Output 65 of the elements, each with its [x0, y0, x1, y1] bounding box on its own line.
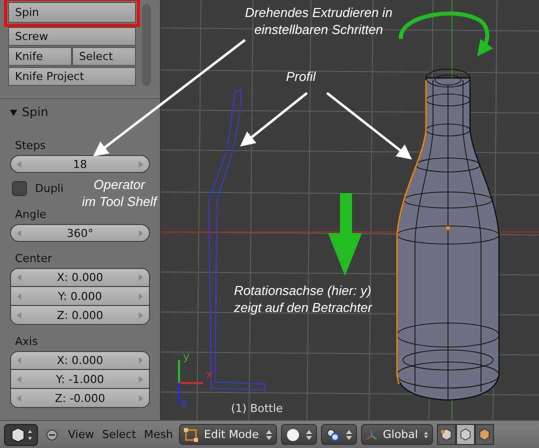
tool-button[interactable]: Knife Project	[8, 67, 136, 86]
checkbox[interactable]	[12, 181, 27, 196]
mesh-icon	[184, 428, 198, 442]
left-arrow-icon	[17, 292, 22, 300]
object-label: (1) Bottle	[231, 402, 283, 415]
panel-title: Spin	[22, 105, 48, 119]
field-label: Steps	[15, 139, 46, 152]
left-arrow-icon	[17, 312, 22, 318]
right-arrow-icon	[138, 357, 143, 364]
tool-button[interactable]: Knife	[8, 47, 72, 66]
left-arrow-icon	[17, 274, 22, 281]
annotation-text: Drehendes Extrudieren in einstellbaren Schritten	[245, 4, 392, 38]
disclosure-triangle-icon[interactable]	[9, 108, 18, 116]
field-label: Angle	[15, 208, 46, 221]
annotation-text: Operator im Tool Shelf	[82, 176, 157, 210]
number-field[interactable]: 18	[10, 155, 150, 173]
cube-icon	[9, 426, 33, 442]
number-field[interactable]: Y: -1.000	[10, 370, 150, 389]
pivot-dropdown[interactable]	[321, 424, 358, 445]
axis-label: y	[183, 350, 190, 363]
mode-dropdown[interactable]: Edit Mode	[179, 424, 278, 445]
right-arrow-icon	[138, 160, 143, 168]
left-arrow-icon	[17, 230, 22, 236]
right-arrow-icon	[138, 230, 143, 236]
editor-type-button[interactable]	[4, 424, 38, 446]
checkbox-label: Dupli	[35, 182, 64, 195]
right-arrow-icon	[138, 312, 143, 318]
menu-item[interactable]: Select	[100, 428, 138, 441]
edge-select-button[interactable]	[456, 424, 476, 445]
field-label: Axis	[15, 335, 38, 348]
number-field[interactable]: Z: 0.000	[10, 306, 150, 325]
collapse-icon[interactable]	[46, 428, 58, 440]
left-arrow-icon	[17, 357, 22, 364]
menu-item[interactable]: View	[66, 428, 96, 441]
menu-item[interactable]: Mesh	[142, 428, 176, 441]
axis-label: z	[182, 397, 188, 410]
number-field[interactable]: Y: 0.000	[10, 287, 150, 306]
left-arrow-icon	[17, 394, 22, 402]
annotation-text: Rotationsachse (hier: y) zeigt auf den Betrachter	[234, 282, 372, 316]
updown-icon	[346, 428, 352, 440]
vertex-mode-icon	[440, 428, 454, 441]
tool-button[interactable]: Screw	[8, 27, 136, 46]
pivot-icon	[326, 428, 340, 442]
shading-dropdown[interactable]	[281, 424, 318, 445]
number-field[interactable]: Z: -0.000	[10, 389, 150, 408]
updown-icon	[306, 428, 312, 440]
right-arrow-icon	[138, 274, 143, 281]
field-label: Center	[15, 252, 52, 265]
edge-mode-icon	[459, 428, 472, 441]
left-arrow-icon	[17, 160, 22, 168]
updown-icon	[266, 428, 272, 440]
number-field[interactable]: X: 0.000	[10, 351, 150, 370]
annotation-text: Profil	[286, 68, 316, 85]
face-mode-icon	[478, 428, 492, 441]
sphere-icon	[286, 428, 300, 442]
right-arrow-icon	[138, 376, 143, 382]
number-field[interactable]: X: 0.000	[10, 268, 150, 287]
face-select-button[interactable]	[475, 424, 494, 445]
right-arrow-icon	[138, 292, 143, 300]
left-arrow-icon	[17, 376, 22, 382]
number-field[interactable]: 360°	[10, 224, 150, 242]
vertex-select-button[interactable]	[437, 424, 456, 445]
tool-button[interactable]: Select	[72, 47, 136, 66]
right-arrow-icon	[138, 394, 143, 402]
orientation-dropdown[interactable]: Global	[361, 424, 434, 445]
